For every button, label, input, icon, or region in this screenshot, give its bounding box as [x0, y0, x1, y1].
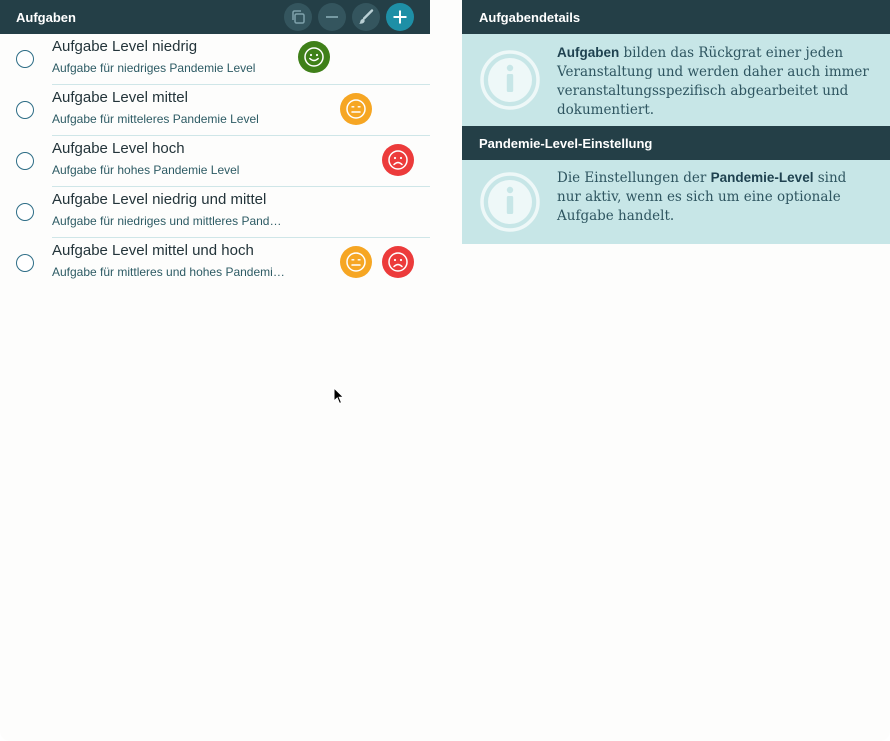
task-row[interactable]: Aufgabe Level niedrig Aufgabe für niedri…: [0, 34, 430, 85]
smiley-happy-icon: [298, 41, 330, 73]
mouse-cursor-icon: [333, 387, 345, 405]
details-info-box: Aufgaben bilden das Rückgrat einer jeden…: [462, 34, 890, 126]
task-select-radio[interactable]: [16, 254, 34, 272]
pandemic-info-box: Die Einstellungen der Pandemie-Level sin…: [462, 160, 890, 244]
plus-icon: [393, 10, 407, 24]
details-info-text: Aufgaben bilden das Rückgrat einer jeden…: [557, 43, 872, 120]
smiley-sad-icon: [382, 144, 414, 176]
task-subtitle: Aufgabe für mittleres und hohes Pandemie…: [52, 265, 288, 279]
app-window: Aufgaben Aufgabe Level niedrig Aufgabe f…: [0, 0, 890, 741]
smiley-neutral-icon: [340, 93, 372, 125]
tasks-title: Aufgaben: [16, 9, 76, 25]
task-name: Aufgabe Level mittel: [52, 89, 188, 106]
task-select-radio[interactable]: [16, 50, 34, 68]
pandemic-info-bold: Pandemie-Level: [710, 170, 814, 185]
pandemic-info-text: Die Einstellungen der Pandemie-Level sin…: [557, 168, 872, 226]
copy-icon: [292, 10, 305, 24]
task-select-radio[interactable]: [16, 101, 34, 119]
add-button[interactable]: [386, 3, 414, 31]
remove-button[interactable]: [318, 3, 346, 31]
pandemic-info-prefix: Die Einstellungen der: [557, 170, 711, 186]
smiley-sad-icon: [382, 246, 414, 278]
tasks-panel: Aufgaben Aufgabe Level niedrig Aufgabe f…: [0, 0, 430, 289]
smiley-neutral-icon: [340, 246, 372, 278]
tasks-header: Aufgaben: [0, 0, 430, 34]
task-subtitle: Aufgabe für hohes Pandemie Level: [52, 163, 240, 177]
minus-icon: [326, 16, 338, 18]
task-name: Aufgabe Level niedrig: [52, 38, 198, 55]
details-panel: Aufgabendetails Aufgaben bilden das Rück…: [462, 0, 890, 244]
task-subtitle: Aufgabe für mitteleres Pandemie Level: [52, 112, 259, 126]
task-select-radio[interactable]: [16, 152, 34, 170]
task-row[interactable]: Aufgabe Level niedrig und mittel Aufgabe…: [0, 187, 430, 238]
details-info-bold: Aufgaben: [557, 45, 620, 60]
task-subtitle: Aufgabe für niedriges Pandemie Level: [52, 61, 256, 75]
details-header: Aufgabendetails: [462, 0, 890, 34]
task-select-radio[interactable]: [16, 203, 34, 221]
task-row[interactable]: Aufgabe Level mittel Aufgabe für mittele…: [0, 85, 430, 136]
task-name: Aufgabe Level mittel und hoch: [52, 242, 254, 259]
info-icon: [480, 172, 540, 232]
copy-button[interactable]: [284, 3, 312, 31]
pandemic-header: Pandemie-Level-Einstellung: [462, 126, 890, 160]
task-name: Aufgabe Level hoch: [52, 140, 185, 157]
task-row[interactable]: Aufgabe Level hoch Aufgabe für hohes Pan…: [0, 136, 430, 187]
task-subtitle: Aufgabe für niedriges und mittleres Pand…: [52, 214, 288, 228]
task-row[interactable]: Aufgabe Level mittel und hoch Aufgabe fü…: [0, 238, 430, 289]
brush-icon: [359, 9, 374, 24]
tasks-toolbar: [284, 3, 414, 31]
edit-button[interactable]: [352, 3, 380, 31]
info-icon: [480, 50, 540, 110]
task-name: Aufgabe Level niedrig und mittel: [52, 191, 267, 208]
task-list: Aufgabe Level niedrig Aufgabe für niedri…: [0, 34, 430, 289]
